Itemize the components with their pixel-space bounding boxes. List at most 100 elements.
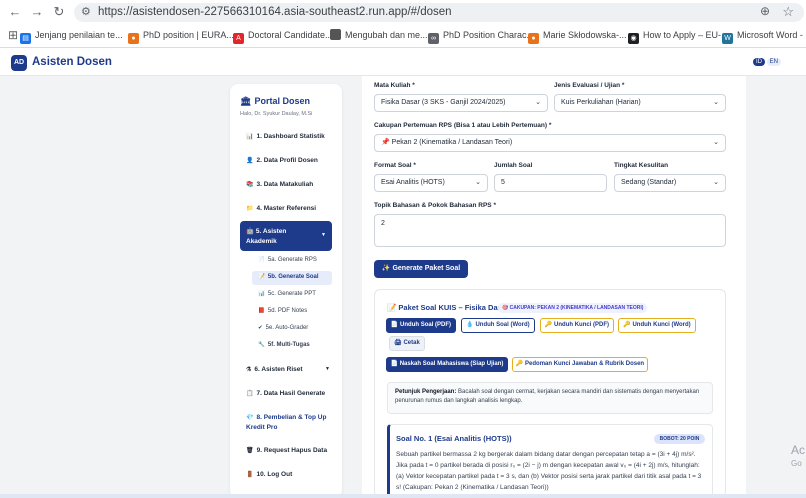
- sidebar-item-dashboard[interactable]: 📊 1. Dashboard Statistik: [246, 133, 325, 140]
- glasses-icon: ∞: [428, 33, 439, 44]
- url-text[interactable]: https://asistendosen-227566310164.asia-s…: [98, 6, 452, 18]
- sidebar-item-logout[interactable]: 🚪 10. Log Out: [246, 471, 292, 478]
- abb-icon: A: [233, 33, 244, 44]
- tingkat-kesulitan-select[interactable]: Sedang (Standar) ⌄: [614, 174, 726, 192]
- tools-icon: 🔧: [258, 342, 265, 348]
- question-title: Soal No. 1 (Esai Analitis (HOTS)): [396, 434, 512, 443]
- sidebar-item-label: 6. Asisten Riset: [254, 366, 303, 373]
- sidebar-item-label: 9. Request Hapus Data: [256, 447, 328, 454]
- submenu-item-multitugas[interactable]: 🔧 5f. Multi-Tugas: [258, 342, 310, 348]
- app-logo: AD: [11, 55, 27, 71]
- sidebar-item-matakuliah[interactable]: 📚 3. Data Matakuliah: [246, 181, 313, 188]
- cakupan-label: Cakupan Pertemuan RPS (Bisa 1 atau Lebih…: [374, 122, 552, 129]
- cakupan-select[interactable]: 📌 Pekan 2 (Kinematika / Landasan Teori) ⌄: [374, 134, 726, 152]
- books-icon: 📚: [246, 182, 254, 188]
- bobot-badge: BOBOT: 20 POIN: [654, 434, 705, 444]
- mata-kuliah-select[interactable]: Fisika Dasar (3 SKS - Ganjil 2024/2025) ⌄: [374, 94, 548, 112]
- back-icon[interactable]: ←: [7, 4, 23, 20]
- sidebar-item-label: 4. Master Referensi: [256, 205, 317, 212]
- jumlah-soal-input[interactable]: 5: [494, 174, 607, 192]
- sidebar-item-referensi[interactable]: 📁 4. Master Referensi: [246, 205, 316, 212]
- bookmark-item[interactable]: ∞ PhD Position Charac...: [428, 28, 534, 44]
- bookmark-item[interactable]: ◉ How to Apply – EU-...: [628, 28, 729, 44]
- sidebar-item-riset[interactable]: ⚗ 6. Asisten Riset ▼: [246, 366, 330, 373]
- bookmark-item[interactable]: Mengubah dan me...: [330, 28, 428, 42]
- submenu-label: 5b. Generate Soal: [267, 274, 319, 280]
- globe-icon: ◉: [628, 33, 639, 44]
- browser-nav-row: ← → ↻ ⚙ https://asistendosen-22756631016…: [0, 0, 806, 25]
- apps-grid-icon[interactable]: ⊞: [5, 27, 21, 43]
- bookmark-star-icon[interactable]: ☆: [782, 4, 794, 20]
- sidebar-item-hapus[interactable]: 🗑 9. Request Hapus Data: [246, 447, 327, 454]
- zoom-icon[interactable]: ⊕: [760, 4, 770, 18]
- petunjuk-box: Petunjuk Pengerjaan: Bacalah soal dengan…: [387, 382, 713, 414]
- greeting: Halo, Dr. Syukur Daulay, M.Si: [240, 111, 313, 117]
- format-soal-select[interactable]: Esai Analitis (HOTS) ⌄: [374, 174, 488, 192]
- portal-title-text: Portal Dosen: [254, 96, 310, 106]
- reload-icon[interactable]: ↻: [51, 4, 67, 20]
- diamond-icon: 💎: [246, 415, 254, 421]
- jenis-evaluasi-select[interactable]: Kuis Perkuliahan (Harian) ⌄: [554, 94, 726, 112]
- bookmark-item[interactable]: ▤ Jenjang penilaian te...: [20, 28, 123, 44]
- chevron-down-icon: ⌄: [713, 99, 719, 106]
- bookmark-label: Doctoral Candidate...: [248, 30, 333, 40]
- sidebar-item-asisten-akademik[interactable]: 🤖 5. Asisten Akademik ▼: [240, 221, 332, 251]
- portal-icon: 🏛: [240, 96, 252, 106]
- bookmark-item[interactable]: W Microsoft Word - IT: [722, 28, 806, 44]
- cetak-button[interactable]: 🖨 Cetak: [389, 336, 425, 351]
- bookmark-item[interactable]: A Doctoral Candidate...: [233, 28, 333, 44]
- bookmark-item[interactable]: ● PhD position | EURA...: [128, 28, 234, 44]
- bookmark-label: Microsoft Word - IT: [737, 30, 806, 40]
- unduh-soal-word-button[interactable]: 💧 Unduh Soal (Word): [461, 318, 535, 333]
- sidebar-item-pembelian[interactable]: 💎 8. Pembelian & Top Up Kredit Pro: [246, 413, 332, 433]
- app-header: [0, 48, 806, 76]
- unduh-kunci-word-button[interactable]: 🔑 Unduh Kunci (Word): [618, 318, 696, 333]
- lang-id-option[interactable]: ID: [753, 58, 765, 66]
- robot-icon: 🤖: [246, 228, 256, 235]
- sidebar-item-label: 7. Data Hasil Generate: [256, 390, 326, 397]
- site-settings-icon[interactable]: ⚙: [81, 5, 91, 18]
- language-toggle[interactable]: ID EN: [753, 58, 782, 66]
- bookmark-label: Mengubah dan me...: [345, 30, 428, 40]
- chevron-down-icon: ▼: [321, 232, 326, 238]
- submenu-item-rps[interactable]: 📄 5a. Generate RPS: [258, 257, 317, 263]
- tab-naskah-soal[interactable]: 📄 Naskah Soal Mahasiswa (Siap Ujian): [386, 357, 508, 372]
- unduh-kunci-pdf-button[interactable]: 🔑 Unduh Kunci (PDF): [540, 318, 614, 333]
- question-text: Sebuah partikel bermassa 2 kg bergerak d…: [396, 451, 702, 491]
- bookmark-label: PhD position | EURA...: [143, 30, 234, 40]
- lang-en-option[interactable]: EN: [766, 58, 782, 66]
- flask-icon: ⚗: [246, 367, 252, 373]
- apple-icon: [330, 29, 341, 40]
- bottom-edge: [0, 494, 806, 498]
- trash-icon: 🗑: [246, 448, 254, 454]
- topik-textarea[interactable]: 2: [374, 214, 726, 247]
- pencil-icon: 📝: [258, 274, 265, 280]
- activation-watermark: Ac: [791, 443, 806, 457]
- submenu-item-pdf-notes[interactable]: 📕 5d. PDF Notes: [258, 308, 307, 314]
- jenis-evaluasi-label: Jenis Evaluasi / Ujian *: [554, 82, 625, 89]
- sidebar-item-label: 8. Pembelian & Top Up Kredit Pro: [246, 414, 327, 431]
- bookmark-item[interactable]: ● Marie Skłodowska-...: [528, 28, 627, 44]
- submenu-item-ppt[interactable]: 📊 5c. Generate PPT: [258, 291, 316, 297]
- sidebar-item-profil[interactable]: 👤 2. Data Profil Dosen: [246, 157, 318, 164]
- jumlah-soal-label: Jumlah Soal: [494, 162, 533, 169]
- generate-paket-soal-button[interactable]: ✨ Generate Paket Soal: [374, 260, 468, 278]
- submenu-label: 5d. PDF Notes: [267, 308, 308, 314]
- slides-icon: 📊: [258, 291, 265, 297]
- mata-kuliah-value: Fisika Dasar (3 SKS - Ganjil 2024/2025): [381, 99, 506, 106]
- tab-pedoman-kunci[interactable]: 🔑 Pedoman Kunci Jawaban & Rubrik Dosen: [512, 357, 648, 372]
- sidebar-item-hasil[interactable]: 📋 7. Data Hasil Generate: [246, 390, 325, 397]
- submenu-item-soal[interactable]: 📝 5b. Generate Soal: [258, 274, 319, 280]
- people-icon: ●: [128, 33, 139, 44]
- sidebar-item-label: 2. Data Profil Dosen: [256, 157, 318, 164]
- forward-icon[interactable]: →: [29, 4, 45, 20]
- sidebar-item-label: 3. Data Matakuliah: [256, 181, 314, 188]
- user-icon: 👤: [246, 158, 254, 164]
- address-bar[interactable]: ⚙ https://asistendosen-227566310164.asia…: [74, 3, 804, 22]
- unduh-soal-pdf-button[interactable]: 📄 Unduh Soal (PDF): [386, 318, 456, 333]
- activation-watermark-sub: Go: [791, 459, 802, 468]
- submenu-item-autograder[interactable]: ✔ 5e. Auto-Grader: [258, 325, 308, 331]
- result-title: 📝 Paket Soal KUIS – Fisika Dasar: [387, 303, 509, 312]
- submenu-label: 5a. Generate RPS: [267, 257, 317, 263]
- bookmark-label: Jenjang penilaian te...: [35, 30, 123, 40]
